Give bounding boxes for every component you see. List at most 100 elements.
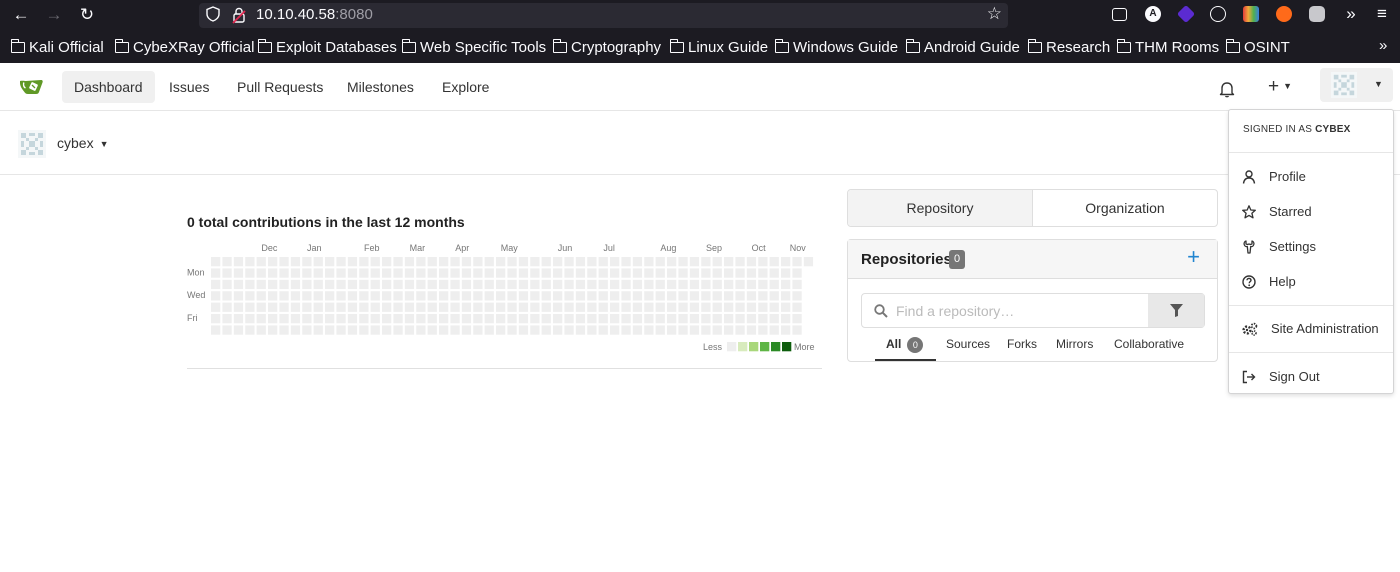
heatmap-day-cell	[347, 268, 358, 278]
bookmark-web-specific-tools[interactable]: Web Specific Tools	[402, 39, 546, 56]
repo-filter-button[interactable]	[1148, 294, 1204, 327]
nav-explore[interactable]: Explore	[430, 71, 501, 103]
heatmap-day-cell	[610, 325, 620, 335]
filter-mirrors[interactable]: Mirrors	[1056, 337, 1093, 351]
heatmap-day-cell	[644, 291, 654, 301]
heatmap-day-cell	[325, 279, 335, 290]
menu-item-sign-out[interactable]: Sign Out	[1242, 369, 1320, 384]
heatmap-day-cell	[507, 291, 517, 301]
heatmap-day-cell	[313, 257, 323, 267]
overflow-chevrons-icon[interactable]: »	[1339, 2, 1363, 26]
heatmap-day-cell	[769, 302, 779, 312]
heatmap-day-cell	[621, 257, 631, 267]
context-user-switcher[interactable]: cybex ▼	[57, 135, 109, 151]
forward-arrow-icon[interactable]: →	[42, 3, 66, 27]
heatmap-day-cell	[781, 291, 791, 301]
extension-purple-icon[interactable]	[1176, 4, 1196, 24]
heatmap-day-cell	[553, 291, 563, 301]
back-arrow-icon[interactable]: ←	[9, 3, 33, 27]
heatmap-day-cell	[564, 291, 574, 301]
add-repository-icon[interactable]: +	[1187, 244, 1200, 270]
heatmap-day-cell	[336, 257, 346, 267]
gitea-logo-icon[interactable]	[19, 78, 45, 101]
foxyproxy-icon[interactable]	[1276, 6, 1292, 22]
nav-issues[interactable]: Issues	[157, 71, 221, 103]
menu-hamburger-icon[interactable]: ≡	[1370, 2, 1394, 26]
heatmap-day-cell	[336, 325, 346, 335]
heatmap-day-cell	[211, 314, 221, 324]
heatmap-day-cell	[416, 279, 426, 290]
bookmark-star-icon[interactable]: ☆	[987, 4, 1002, 24]
heatmap-day-cell	[427, 291, 437, 301]
bookmarks-overflow-icon[interactable]: »	[1379, 37, 1387, 54]
filter-collaborative[interactable]: Collaborative	[1114, 337, 1184, 351]
heatmap-day-cell	[575, 302, 586, 312]
heatmap-day-cell	[439, 279, 449, 290]
bookmark-osint[interactable]: OSINT	[1226, 39, 1290, 56]
heatmap-day-cell	[553, 325, 563, 335]
heatmap-day-cell	[541, 279, 551, 290]
menu-item-site-administration[interactable]: Site Administration	[1242, 321, 1379, 336]
bookmark-cybexray-official[interactable]: CybeXRay Official	[115, 39, 254, 56]
url-bar[interactable]: 10.10.40.58:8080 ☆	[199, 3, 1008, 28]
bookmark-android-guide[interactable]: Android Guide	[906, 39, 1020, 56]
user-menu-button[interactable]: ▼	[1320, 68, 1393, 102]
bookmark-cryptography[interactable]: Cryptography	[553, 39, 661, 56]
heatmap-day-cell	[325, 325, 335, 335]
heatmap-day-cell	[325, 257, 335, 267]
bookmark-research[interactable]: Research	[1028, 39, 1110, 56]
reload-icon[interactable]: ↻	[75, 3, 99, 27]
heatmap-day-cell	[427, 302, 437, 312]
heatmap-day-cell	[211, 291, 221, 301]
pocket-icon[interactable]	[1112, 8, 1127, 21]
repo-search-input[interactable]	[896, 294, 1146, 327]
filter-all[interactable]: All 0	[886, 337, 924, 353]
tab-organization[interactable]: Organization	[1033, 190, 1217, 226]
heatmap-day-cell	[518, 268, 529, 278]
menu-item-starred[interactable]: Starred	[1242, 204, 1312, 219]
extension-colorful-icon[interactable]	[1243, 6, 1259, 22]
menu-item-profile[interactable]: Profile	[1242, 169, 1306, 184]
account-icon[interactable]: A	[1145, 6, 1161, 22]
heatmap-day-cell	[792, 291, 802, 301]
heatmap-day-cell	[758, 302, 768, 312]
heatmap-day-cell	[724, 268, 734, 278]
menu-item-label: Sign Out	[1269, 369, 1320, 384]
bookmark-linux-guide[interactable]: Linux Guide	[670, 39, 768, 56]
heatmap-day-cell	[792, 325, 802, 335]
heatmap-day-cell	[758, 268, 768, 278]
nav-pull-requests[interactable]: Pull Requests	[225, 71, 335, 103]
menu-item-label: Help	[1269, 274, 1296, 289]
notification-bell-icon[interactable]	[1219, 77, 1235, 109]
heatmap-month-label: Mar	[410, 243, 426, 253]
heatmap-day-cell	[370, 325, 380, 335]
heatmap-day-cell	[541, 302, 551, 312]
heatmap-day-cell	[382, 302, 392, 312]
bookmark-windows-guide[interactable]: Windows Guide	[775, 39, 898, 56]
heatmap-day-cell	[416, 257, 426, 267]
heatmap-day-cell	[256, 279, 266, 290]
heatmap-day-cell	[724, 302, 734, 312]
menu-item-help[interactable]: Help	[1242, 274, 1296, 289]
heatmap-day-cell	[575, 279, 586, 290]
heatmap-day-cell	[553, 314, 563, 324]
heatmap-day-cell	[769, 314, 779, 324]
nav-dashboard[interactable]: Dashboard	[62, 71, 155, 103]
bookmark-exploit-databases[interactable]: Exploit Databases	[258, 39, 397, 56]
extensions-puzzle-icon[interactable]	[1309, 6, 1325, 22]
bookmark-label: Kali Official	[29, 39, 104, 56]
nav-milestones[interactable]: Milestones	[335, 71, 426, 103]
filter-sources[interactable]: Sources	[946, 337, 990, 351]
heatmap-day-cell	[689, 314, 700, 324]
bookmark-kali-official[interactable]: Kali Official	[11, 39, 104, 56]
create-new-button[interactable]: + ▼	[1268, 71, 1292, 103]
heatmap-day-cell	[370, 279, 380, 290]
heatmap-less-label: Less	[703, 342, 723, 352]
bookmark-thm-rooms[interactable]: THM Rooms	[1117, 39, 1219, 56]
url-text[interactable]: 10.10.40.58:8080	[256, 6, 373, 23]
heatmap-month-label: Apr	[455, 243, 469, 253]
filter-forks[interactable]: Forks	[1007, 337, 1037, 351]
cookie-icon[interactable]	[1210, 6, 1226, 22]
tab-repository[interactable]: Repository	[848, 190, 1033, 226]
menu-item-settings[interactable]: Settings	[1242, 239, 1316, 254]
